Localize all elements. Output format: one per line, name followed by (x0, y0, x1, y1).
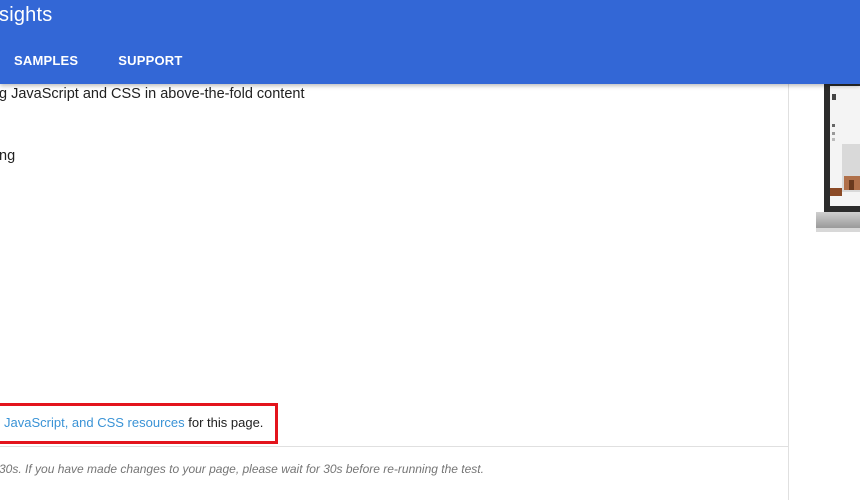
top-nav: SAMPLES SUPPORT (14, 53, 183, 68)
nav-support[interactable]: SUPPORT (118, 53, 182, 68)
rule-subtitle: ng (0, 148, 16, 164)
resources-link[interactable]: JavaScript, and CSS resources (4, 415, 185, 430)
resources-text: JavaScript, and CSS resources for this p… (4, 415, 263, 430)
laptop-illustration (816, 84, 860, 232)
divider (0, 446, 788, 447)
retest-note: 30s. If you have made changes to your pa… (0, 462, 484, 476)
nav-samples[interactable]: SAMPLES (14, 53, 78, 68)
app-title: sights (0, 4, 53, 26)
app-header: sights SAMPLES SUPPORT (0, 0, 860, 84)
rule-title: g JavaScript and CSS in above-the-fold c… (0, 86, 305, 102)
resources-suffix: for this page. (184, 415, 264, 430)
